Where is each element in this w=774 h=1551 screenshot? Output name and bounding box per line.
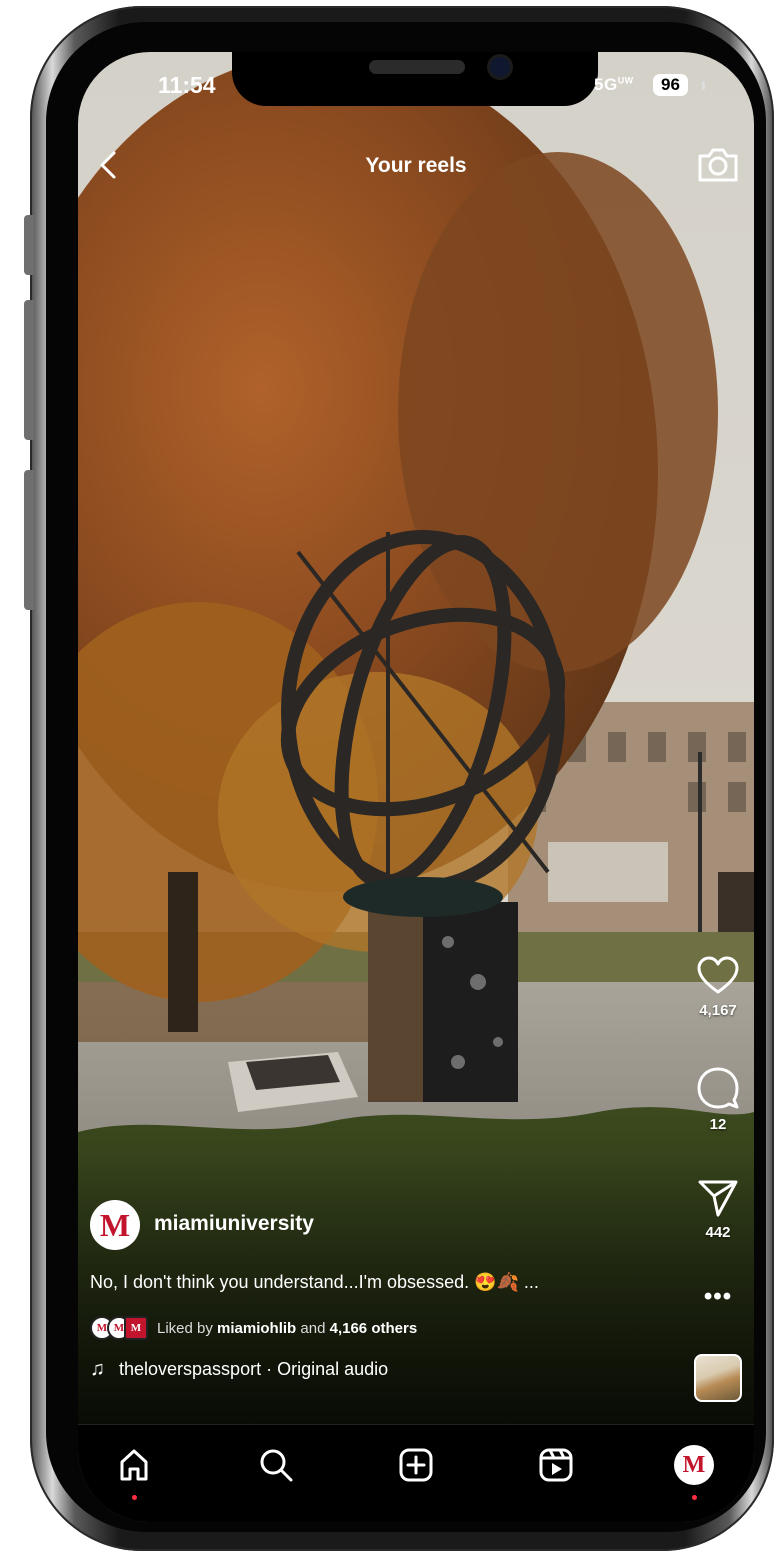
battery-tip <box>702 81 705 90</box>
tab-create[interactable] <box>394 1443 438 1487</box>
liker-avatar: M <box>124 1316 148 1340</box>
reels-icon <box>539 1448 573 1482</box>
create-icon <box>399 1448 433 1482</box>
like-button[interactable]: 4,167 <box>688 956 748 1019</box>
audio-label: theloverspassport · Original audio <box>119 1359 389 1379</box>
music-note-icon: ♫ <box>90 1358 105 1380</box>
mute-switch <box>24 215 34 275</box>
camera-icon <box>698 148 738 182</box>
more-options-button[interactable]: ••• <box>688 1285 748 1309</box>
comment-count: 12 <box>709 1116 727 1133</box>
comment-icon <box>697 1067 739 1109</box>
liked-by-mid: and <box>296 1319 330 1337</box>
volume-up-button <box>24 300 34 440</box>
notification-dot <box>692 1495 697 1500</box>
notification-dot <box>132 1495 137 1500</box>
tab-profile[interactable]: M <box>672 1443 716 1500</box>
tab-reels[interactable] <box>534 1443 578 1487</box>
liked-by-user: miamiohlib <box>217 1319 297 1337</box>
comment-button[interactable]: 12 <box>688 1066 748 1133</box>
liked-by-row[interactable]: M M M Liked by miamiohlib and 4,166 othe… <box>90 1316 417 1340</box>
heart-icon <box>697 956 739 994</box>
network-indicator: 5GUW <box>594 75 634 95</box>
earpiece-speaker <box>369 60 465 74</box>
liked-by-text: Liked by miamiohlib and 4,166 others <box>157 1320 417 1337</box>
tab-search[interactable] <box>254 1443 298 1487</box>
front-camera <box>490 57 510 77</box>
search-icon <box>260 1449 293 1482</box>
profile-avatar: M <box>674 1445 714 1485</box>
network-label: 5G <box>594 75 618 94</box>
share-count: 442 <box>705 1224 731 1241</box>
reel-video[interactable] <box>78 52 754 1522</box>
username[interactable]: miamiuniversity <box>154 1212 314 1236</box>
camera-button[interactable] <box>696 144 740 184</box>
avatar[interactable]: M <box>90 1200 140 1250</box>
screen: 11:54 5GUW 96 Your reels 4,167 12 442 ••… <box>78 52 754 1522</box>
share-button[interactable]: 442 <box>688 1178 748 1241</box>
volume-down-button <box>24 470 34 610</box>
tab-home[interactable] <box>112 1443 156 1500</box>
audio-info[interactable]: ♫ theloverspassport · Original audio <box>90 1358 388 1381</box>
home-icon <box>120 1449 148 1481</box>
status-time: 11:54 <box>158 72 216 98</box>
liked-by-prefix: Liked by <box>157 1319 218 1337</box>
tab-bar: M <box>78 1424 754 1522</box>
notch <box>232 52 598 106</box>
liked-by-count: 4,166 others <box>329 1319 418 1337</box>
avatar-letter: M <box>99 1207 131 1243</box>
page-title: Your reels <box>365 154 467 177</box>
profile-avatar-letter: M <box>682 1451 706 1478</box>
network-sup: UW <box>617 75 634 86</box>
like-count: 4,167 <box>699 1002 737 1019</box>
caption[interactable]: No, I don't think you understand...I'm o… <box>90 1272 680 1293</box>
send-icon <box>698 1180 738 1217</box>
battery-indicator: 96 <box>653 74 688 96</box>
more-icon: ••• <box>703 1283 733 1310</box>
audio-thumbnail[interactable] <box>694 1354 742 1402</box>
